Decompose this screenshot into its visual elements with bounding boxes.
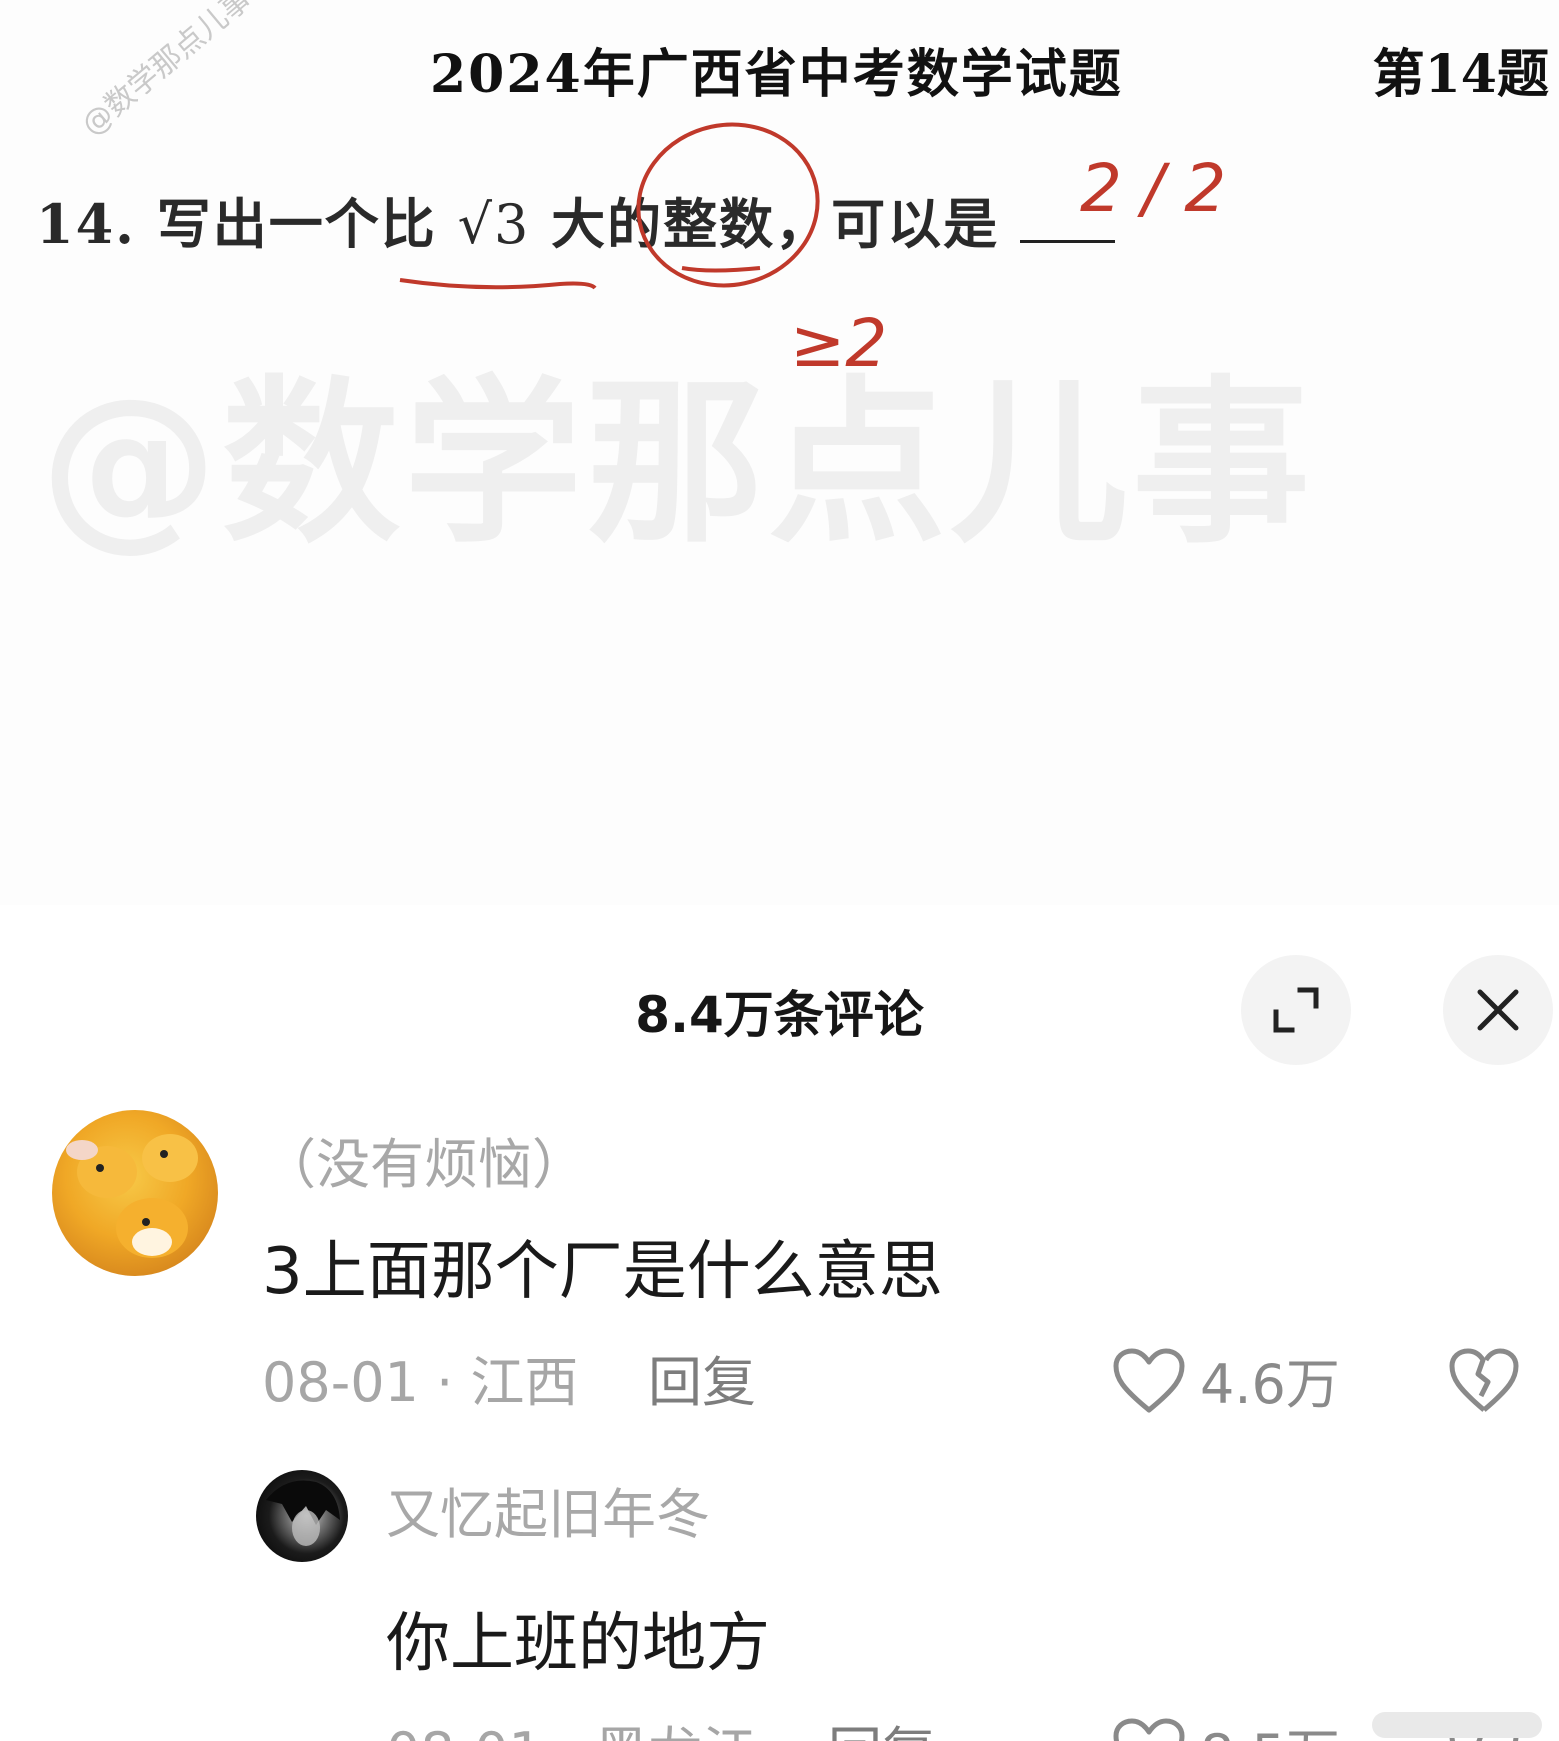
underline-stroke [399,278,597,290]
comment-username[interactable]: 又忆起旧年冬 [386,1470,710,1549]
comment-text: 3上面那个厂是什么意思 [262,1235,943,1309]
question-text: 14. 写出一个比 √3 大的整数，可以是 [36,180,1115,259]
underline-stroke-2 [681,266,761,273]
like-count: 4.6万 [1200,1353,1340,1416]
expand-button[interactable] [1241,955,1351,1065]
broken-heart-icon[interactable] [1448,1348,1520,1414]
reply-button[interactable]: 回复 [828,1708,936,1741]
comment-text: 你上班的地方 [386,1607,770,1681]
question-suffix: 大的整数，可以是 [551,192,1000,256]
home-indicator [1372,1712,1542,1738]
close-icon [1477,989,1519,1031]
user-avatar[interactable] [256,1470,348,1562]
heart-icon[interactable] [1112,1718,1186,1741]
question-number: 14. [36,192,136,256]
dark-portrait-icon [266,1480,340,1546]
duck-plush-icon [66,1134,198,1258]
heart-icon[interactable] [1112,1348,1186,1414]
like-count: 8.5万 [1200,1710,1340,1741]
user-avatar[interactable] [52,1110,218,1276]
comment-username[interactable]: （没有烦恼） [262,1120,586,1199]
exam-title: 2024年广西省中考数学试题 [430,44,1123,105]
expand-icon [1273,987,1319,1033]
watermark-large: @数学那点儿事 [40,360,1314,567]
reply-button[interactable]: 回复 [648,1338,756,1417]
comment-date-location: 08-01 · 江西 [262,1351,579,1414]
sqrt-three: √3 [457,193,531,256]
handwritten-note: ≥2 [790,305,888,382]
comments-sheet: 8.4万条评论 [0,905,1559,1741]
comment-date-location: 08-01 · 黑龙江 [386,1708,756,1741]
exam-question-image: @数学那点儿事 @数学那点儿事 2024年广西省中考数学试题 第14题 14. … [0,0,1559,905]
screenshot: @数学那点儿事 @数学那点儿事 2024年广西省中考数学试题 第14题 14. … [0,0,1559,1741]
question-prefix: 写出一个比 [156,192,437,256]
exam-question-number: 第14题 [1372,44,1549,105]
watermark-small: @数学那点儿事 [75,0,259,143]
close-button[interactable] [1443,955,1553,1065]
handwritten-answer: 2/2 [1080,150,1247,227]
